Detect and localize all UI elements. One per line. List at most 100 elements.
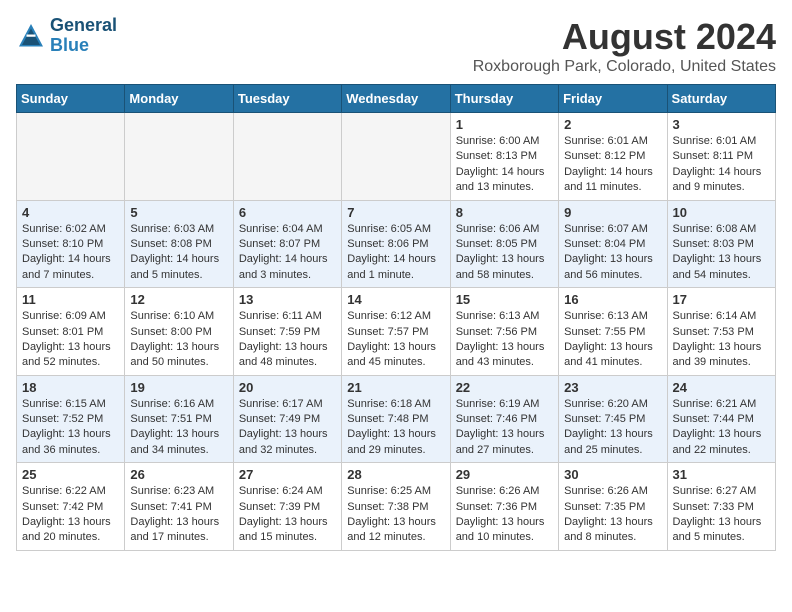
cell-info-line: Sunrise: 6:09 AM — [22, 309, 119, 324]
cell-info-line: Sunrise: 6:13 AM — [564, 309, 661, 324]
cell-info-line: Daylight: 13 hours — [130, 515, 227, 530]
day-header-thursday: Thursday — [450, 85, 558, 113]
calendar-cell — [17, 113, 125, 201]
cell-info-line: Daylight: 13 hours — [673, 252, 770, 267]
cell-info-line: Daylight: 13 hours — [22, 515, 119, 530]
cell-info-line: Sunrise: 6:06 AM — [456, 222, 553, 237]
calendar-cell: 23Sunrise: 6:20 AMSunset: 7:45 PMDayligh… — [559, 375, 667, 463]
cell-info-line: Daylight: 13 hours — [130, 427, 227, 442]
cell-info-line: Sunrise: 6:21 AM — [673, 397, 770, 412]
cell-info-line: and 41 minutes. — [564, 355, 661, 370]
main-title: August 2024 — [473, 16, 776, 58]
cell-info-line: Sunrise: 6:01 AM — [564, 134, 661, 149]
day-number: 27 — [239, 467, 336, 482]
calendar-cell: 5Sunrise: 6:03 AMSunset: 8:08 PMDaylight… — [125, 200, 233, 288]
cell-info-line: Sunset: 7:53 PM — [673, 325, 770, 340]
cell-info-line: Daylight: 13 hours — [564, 252, 661, 267]
calendar-cell: 31Sunrise: 6:27 AMSunset: 7:33 PMDayligh… — [667, 463, 775, 551]
day-number: 29 — [456, 467, 553, 482]
cell-info-line: Sunrise: 6:25 AM — [347, 484, 444, 499]
cell-info-line: Sunrise: 6:12 AM — [347, 309, 444, 324]
calendar-cell: 14Sunrise: 6:12 AMSunset: 7:57 PMDayligh… — [342, 288, 450, 376]
cell-info-line: and 56 minutes. — [564, 268, 661, 283]
day-number: 21 — [347, 380, 444, 395]
calendar-week-2: 4Sunrise: 6:02 AMSunset: 8:10 PMDaylight… — [17, 200, 776, 288]
day-number: 28 — [347, 467, 444, 482]
calendar-cell: 1 Sunrise: 6:00 AMSunset: 8:13 PMDaylight… — [450, 113, 558, 201]
cell-info-line: Sunset: 8:13 PM — [456, 149, 553, 164]
cell-info-line: Daylight: 13 hours — [456, 427, 553, 442]
day-number: 2 — [564, 117, 661, 132]
calendar-cell: 19Sunrise: 6:16 AMSunset: 7:51 PMDayligh… — [125, 375, 233, 463]
calendar-table: SundayMondayTuesdayWednesdayThursdayFrid… — [16, 84, 776, 551]
cell-info-line: Sunrise: 6:08 AM — [673, 222, 770, 237]
cell-info-line: Daylight: 13 hours — [347, 340, 444, 355]
cell-info-line: Daylight: 14 hours — [673, 165, 770, 180]
cell-info-line: and 50 minutes. — [130, 355, 227, 370]
cell-info-line: and 25 minutes. — [564, 443, 661, 458]
cell-info-line: and 43 minutes. — [456, 355, 553, 370]
cell-info-line: Daylight: 13 hours — [239, 515, 336, 530]
calendar-cell: 24Sunrise: 6:21 AMSunset: 7:44 PMDayligh… — [667, 375, 775, 463]
cell-info-line: Daylight: 13 hours — [564, 515, 661, 530]
day-number: 12 — [130, 292, 227, 307]
cell-info-line: and 20 minutes. — [22, 530, 119, 545]
cell-info-line: Sunset: 8:11 PM — [673, 149, 770, 164]
cell-info-line: Sunset: 7:49 PM — [239, 412, 336, 427]
day-number: 4 — [22, 205, 119, 220]
calendar-cell: 16Sunrise: 6:13 AMSunset: 7:55 PMDayligh… — [559, 288, 667, 376]
cell-info-line: Sunset: 7:45 PM — [564, 412, 661, 427]
calendar-cell: 3Sunrise: 6:01 AMSunset: 8:11 PMDaylight… — [667, 113, 775, 201]
cell-info-line: Sunset: 7:56 PM — [456, 325, 553, 340]
logo-icon — [16, 21, 46, 51]
cell-info-line: Daylight: 13 hours — [673, 427, 770, 442]
cell-info-line: and 48 minutes. — [239, 355, 336, 370]
cell-info-line: Sunset: 7:48 PM — [347, 412, 444, 427]
cell-info-line: Sunset: 7:33 PM — [673, 500, 770, 515]
logo: General Blue — [16, 16, 117, 56]
cell-info-line: Sunset: 7:51 PM — [130, 412, 227, 427]
calendar-cell — [233, 113, 341, 201]
calendar-cell — [342, 113, 450, 201]
cell-info-line: Sunset: 8:01 PM — [22, 325, 119, 340]
cell-info-line: Daylight: 14 hours — [239, 252, 336, 267]
day-number: 23 — [564, 380, 661, 395]
day-header-friday: Friday — [559, 85, 667, 113]
day-header-saturday: Saturday — [667, 85, 775, 113]
cell-info-line: Daylight: 13 hours — [22, 427, 119, 442]
cell-info-line: and 39 minutes. — [673, 355, 770, 370]
title-block: August 2024 Roxborough Park, Colorado, U… — [473, 16, 776, 76]
cell-info-line: and 9 minutes. — [673, 180, 770, 195]
calendar-cell: 29Sunrise: 6:26 AMSunset: 7:36 PMDayligh… — [450, 463, 558, 551]
day-number: 19 — [130, 380, 227, 395]
cell-info-line: Sunrise: 6:01 AM — [673, 134, 770, 149]
day-number: 16 — [564, 292, 661, 307]
cell-info-line: Sunset: 7:46 PM — [456, 412, 553, 427]
calendar-week-3: 11 Sunrise: 6:09 AMSunset: 8:01 PM Dayligh… — [17, 288, 776, 376]
calendar-cell: 15Sunrise: 6:13 AMSunset: 7:56 PMDayligh… — [450, 288, 558, 376]
cell-info-line: Sunset: 7:38 PM — [347, 500, 444, 515]
cell-info-line: Daylight: 14 hours — [456, 165, 553, 180]
cell-info-line: Sunrise: 6:11 AM — [239, 309, 336, 324]
day-number: 24 — [673, 380, 770, 395]
calendar-cell: 18Sunrise: 6:15 AMSunset: 7:52 PMDayligh… — [17, 375, 125, 463]
day-number: 30 — [564, 467, 661, 482]
calendar-week-1: 1Sunrise: 6:00 AMSunset: 8:13 PMDaylight… — [17, 113, 776, 201]
day-number: 1 — [456, 117, 553, 132]
day-number: 11 — [22, 292, 119, 307]
cell-info-line: Sunset: 8:08 PM — [130, 237, 227, 252]
cell-info-line: and 36 minutes. — [22, 443, 119, 458]
cell-info-line: Sunrise: 6:07 AM — [564, 222, 661, 237]
cell-info-line: Sunrise: 6:00 AM — [456, 134, 553, 149]
calendar-cell: 21Sunrise: 6:18 AMSunset: 7:48 PMDayligh… — [342, 375, 450, 463]
cell-info-line: Sunset: 7:41 PM — [130, 500, 227, 515]
calendar-cell: 17Sunrise: 6:14 AMSunset: 7:53 PMDayligh… — [667, 288, 775, 376]
calendar-cell: 9Sunrise: 6:07 AMSunset: 8:04 PMDaylight… — [559, 200, 667, 288]
calendar-cell: 27Sunrise: 6:24 AMSunset: 7:39 PMDayligh… — [233, 463, 341, 551]
calendar-cell: 20Sunrise: 6:17 AMSunset: 7:49 PMDayligh… — [233, 375, 341, 463]
cell-info-line: and 45 minutes. — [347, 355, 444, 370]
cell-info-line: and 10 minutes. — [456, 530, 553, 545]
cell-info-line: Sunset: 8:05 PM — [456, 237, 553, 252]
cell-info-line: Daylight: 13 hours — [456, 340, 553, 355]
cell-info-line: Sunrise: 6:04 AM — [239, 222, 336, 237]
